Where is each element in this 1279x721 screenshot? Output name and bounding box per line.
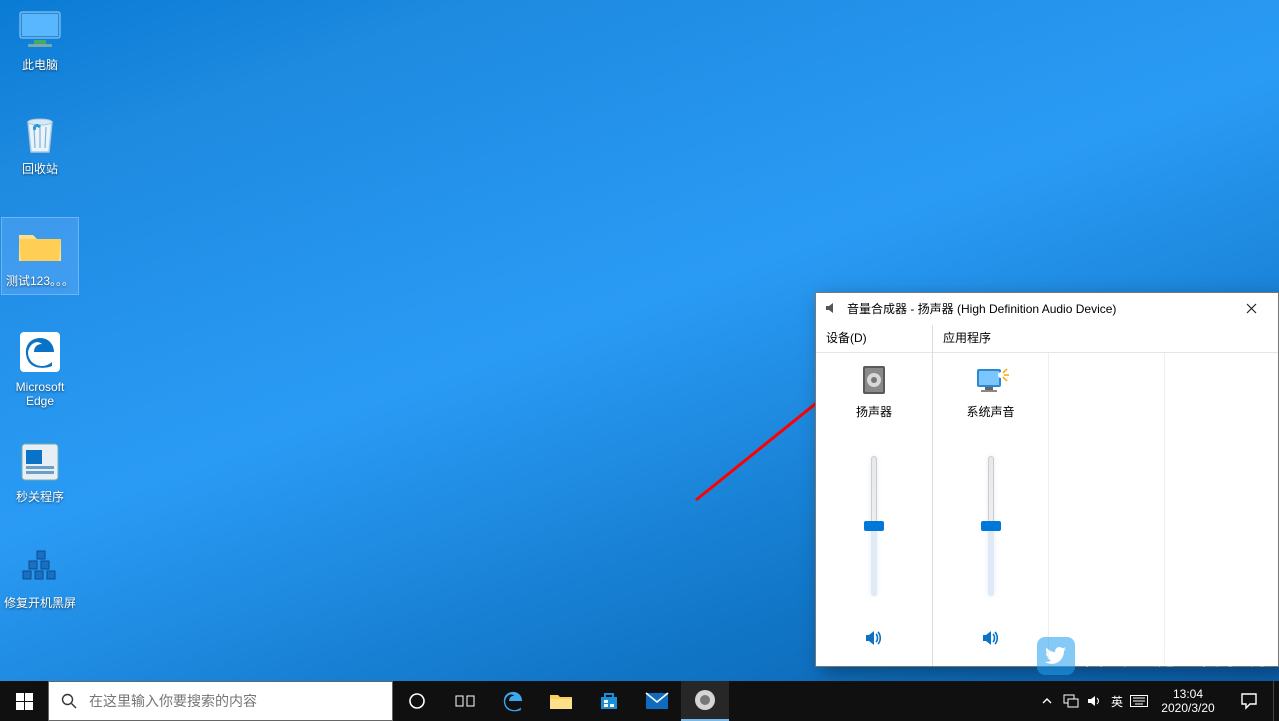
tray-time: 13:04: [1173, 687, 1203, 701]
monitor-icon: [16, 6, 64, 54]
window-titlebar[interactable]: 音量合成器 - 扬声器 (High Definition Audio Devic…: [816, 293, 1278, 323]
taskbar-app-mail[interactable]: [633, 681, 681, 721]
taskbar-app-edge[interactable]: [489, 681, 537, 721]
tray-chevron-up[interactable]: [1035, 681, 1059, 721]
tray-volume[interactable]: [1083, 681, 1107, 721]
desktop-icon-test-folder[interactable]: 测试123。。。: [2, 218, 78, 294]
section-header-apps: 应用程序: [933, 325, 1278, 353]
tray-ime[interactable]: 英: [1107, 681, 1127, 721]
tray-keyboard[interactable]: [1127, 681, 1151, 721]
action-center-button[interactable]: [1225, 681, 1273, 721]
speaker-device-icon[interactable]: [856, 363, 892, 397]
cortana-icon: [408, 692, 426, 710]
store-icon: [598, 690, 620, 712]
desktop-icon-label: 回收站: [2, 162, 78, 176]
tray-network[interactable]: [1059, 681, 1083, 721]
keyboard-icon: [1130, 695, 1148, 707]
mute-button[interactable]: [977, 624, 1005, 652]
mixer-column-speaker: 扬声器: [816, 353, 932, 666]
window-title: 音量合成器 - 扬声器 (High Definition Audio Devic…: [847, 300, 1230, 317]
device-section: 设备(D) 扬声器: [816, 325, 933, 666]
desktop-icon-label: 修复开机黑屏: [2, 596, 78, 610]
watermark-logo-icon: [1037, 637, 1075, 675]
mail-icon: [645, 692, 669, 710]
edge-icon: [500, 688, 526, 714]
network-icon: [1063, 694, 1079, 708]
volume-mixer-window[interactable]: 音量合成器 - 扬声器 (High Definition Audio Devic…: [815, 292, 1279, 667]
mixer-column-label: 系统声音: [966, 403, 1014, 420]
taskbar-app-mixer[interactable]: [681, 681, 729, 721]
watermark-text: 白云一键重装系统: [1083, 640, 1267, 672]
tray-date: 2020/3/20: [1161, 701, 1214, 715]
folder-icon: [549, 691, 573, 711]
mixer-column-label: 扬声器: [856, 403, 892, 420]
desktop-icon-fix-boot[interactable]: 修复开机黑屏: [2, 544, 78, 610]
speaker-unmuted-icon: [981, 628, 1001, 648]
cortana-button[interactable]: [393, 681, 441, 721]
notification-icon: [1240, 692, 1258, 710]
mixer-column-empty: [1049, 353, 1165, 666]
speaker-icon: [1087, 694, 1103, 708]
volume-slider[interactable]: [871, 442, 877, 610]
watermark: 白云一键重装系统: [1037, 637, 1267, 675]
applications-section: 应用程序 系统声音: [933, 325, 1278, 666]
desktop-icon-this-pc[interactable]: 此电脑: [2, 6, 78, 72]
folder-icon: [16, 222, 64, 270]
close-button[interactable]: [1230, 294, 1272, 322]
taskbar-app-explorer[interactable]: [537, 681, 585, 721]
desktop-icon-sec-close[interactable]: 秒关程序: [2, 438, 78, 504]
mixer-task-icon: [693, 688, 717, 712]
tray-clock[interactable]: 13:04 2020/3/20: [1151, 681, 1225, 721]
taskbar-app-store[interactable]: [585, 681, 633, 721]
mixer-column-empty: [1165, 353, 1278, 666]
desktop-icon-label: 测试123。。。: [2, 274, 78, 288]
desktop-icon-recycle-bin[interactable]: 回收站: [2, 110, 78, 176]
speaker-icon: [824, 300, 840, 316]
bin-icon: [16, 110, 64, 158]
system-sounds-icon[interactable]: [973, 363, 1009, 397]
taskview-icon: [455, 693, 475, 709]
desktop-icon-edge[interactable]: Microsoft Edge: [2, 328, 78, 408]
show-desktop-button[interactable]: [1273, 681, 1279, 721]
system-tray: 英 13:04 2020/3/20: [1035, 681, 1279, 721]
taskbar: 英 13:04 2020/3/20: [0, 681, 1279, 721]
mute-button[interactable]: [860, 624, 888, 652]
section-header-device: 设备(D): [816, 325, 932, 353]
windows-icon: [16, 693, 33, 710]
chevron-up-icon: [1042, 697, 1052, 705]
mixer-column-system-sounds: 系统声音: [933, 353, 1049, 666]
task-view-button[interactable]: [441, 681, 489, 721]
desktop-icon-label: 此电脑: [2, 58, 78, 72]
speaker-unmuted-icon: [864, 628, 884, 648]
start-button[interactable]: [0, 681, 48, 721]
search-input[interactable]: [89, 693, 392, 709]
app-icon: [16, 438, 64, 486]
volume-slider[interactable]: [988, 442, 994, 610]
search-box[interactable]: [48, 681, 393, 721]
desktop-icon-label: 秒关程序: [2, 490, 78, 504]
close-icon: [1246, 303, 1257, 314]
cubes-icon: [16, 544, 64, 592]
desktop-icon-label: Microsoft Edge: [2, 380, 78, 408]
search-icon: [49, 693, 89, 709]
edge-icon: [16, 328, 64, 376]
